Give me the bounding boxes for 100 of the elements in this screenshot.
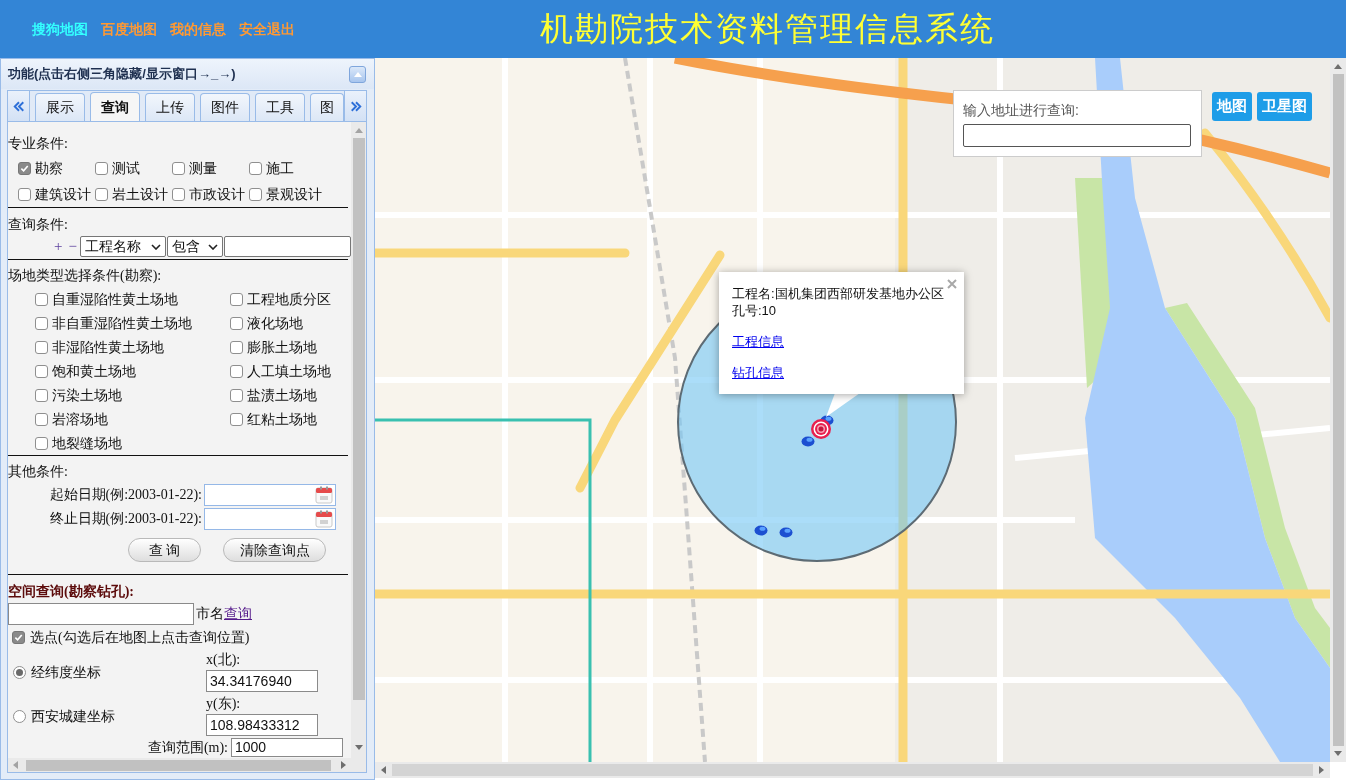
vertical-scrollbar[interactable] [351, 122, 366, 758]
checkbox[interactable] [35, 316, 48, 330]
checkbox[interactable] [230, 316, 243, 330]
double-chevron-right-icon [349, 100, 362, 112]
date-field[interactable] [204, 483, 336, 506]
map-pin-icon[interactable] [779, 527, 793, 538]
query-link[interactable]: 查询 [224, 603, 252, 624]
field-select[interactable]: 工程名称 [79, 236, 166, 257]
section-title: 空间查询(勘察钻孔): [8, 582, 135, 601]
checkbox[interactable] [35, 364, 48, 378]
checkbox[interactable] [95, 187, 108, 201]
radio-label: 西安城建坐标 [31, 707, 115, 726]
checkbox-label: 非自重湿陷性黄土场地 [52, 314, 192, 333]
date-label: 终止日期(例:2003-01-22): [48, 510, 203, 528]
checkbox-label: 非湿陷性黄土场地 [52, 338, 164, 357]
address-input[interactable] [963, 124, 1191, 147]
checkbox[interactable] [95, 161, 108, 175]
range-input[interactable]: 1000 [231, 738, 343, 757]
horizontal-scrollbar[interactable] [8, 758, 366, 772]
checkbox[interactable] [35, 436, 48, 450]
scroll-right-icon[interactable] [1319, 766, 1324, 774]
map-pin-icon[interactable] [754, 525, 768, 536]
vertical-scrollbar[interactable] [1330, 58, 1346, 762]
calendar-icon[interactable] [315, 509, 333, 528]
checkbox-label: 岩溶场地 [52, 410, 108, 429]
checkbox[interactable] [230, 388, 243, 402]
scrollbar-thumb[interactable] [1332, 74, 1344, 746]
panel-title: 功能(点击右侧三角隐藏/显示窗口→_→) [8, 65, 236, 84]
add-condition-button[interactable]: + [53, 235, 64, 258]
operator-select[interactable]: 包含 [166, 236, 223, 257]
checkbox[interactable] [230, 292, 243, 306]
date-field[interactable] [204, 507, 336, 530]
scroll-right-button[interactable] [344, 91, 366, 121]
radio-button[interactable] [13, 665, 26, 679]
section-label: 场地类型选择条件(勘察): [8, 266, 163, 285]
checkbox[interactable] [18, 161, 31, 175]
collapse-button[interactable] [349, 65, 366, 83]
checkbox[interactable] [35, 292, 48, 306]
section-label: 查询条件: [8, 215, 69, 234]
scroll-left-button[interactable] [8, 91, 30, 121]
horizontal-scrollbar[interactable] [375, 762, 1330, 778]
tab[interactable]: 查询 [90, 92, 140, 121]
scroll-down-icon[interactable] [1334, 751, 1342, 756]
checkbox[interactable] [249, 187, 262, 201]
tab[interactable]: 工具 [255, 93, 305, 121]
checkbox[interactable] [172, 161, 185, 175]
checkbox-label: 工程地质分区 [247, 290, 331, 309]
checkbox-label: 岩土设计 [112, 185, 168, 204]
triangle-up-icon [353, 71, 362, 77]
calendar-icon[interactable] [315, 485, 333, 504]
checkbox[interactable] [230, 412, 243, 426]
scrollbar-thumb[interactable] [352, 138, 365, 700]
scroll-left-icon[interactable] [13, 761, 18, 769]
checkbox[interactable] [12, 630, 25, 644]
checkbox-label: 选点(勾选后在地图上点击查询位置) [30, 628, 250, 647]
checkbox[interactable] [249, 161, 262, 175]
date-label: 起始日期(例:2003-01-22): [48, 486, 203, 504]
text-input[interactable] [223, 236, 351, 257]
city-label: 市名 [196, 605, 224, 623]
checkbox[interactable] [18, 187, 31, 201]
checkbox[interactable] [35, 340, 48, 354]
radio-button[interactable] [13, 709, 26, 723]
checkbox[interactable] [35, 388, 48, 402]
radio-label: 经纬度坐标 [31, 663, 101, 682]
checkbox-label: 施工 [266, 159, 294, 178]
checkbox[interactable] [230, 364, 243, 378]
checkbox-label: 地裂缝场地 [52, 434, 122, 453]
close-icon[interactable] [947, 279, 957, 289]
coordinate-input[interactable]: 34.34176940 [206, 670, 318, 692]
action-button[interactable]: 查 询 [128, 538, 201, 562]
checkbox[interactable] [35, 412, 48, 426]
map-pin-icon[interactable] [801, 436, 815, 447]
popup-link[interactable]: 钻孔信息 [732, 364, 784, 381]
tab[interactable]: 展示 [35, 93, 85, 121]
scrollbar-thumb[interactable] [26, 759, 331, 771]
action-button[interactable]: 清除查询点 [223, 538, 326, 562]
scroll-left-icon[interactable] [381, 766, 386, 774]
checkbox-label: 勘察 [35, 159, 63, 178]
scroll-up-icon[interactable] [1334, 64, 1342, 69]
popup-link[interactable]: 工程信息 [732, 333, 784, 350]
checkbox[interactable] [230, 340, 243, 354]
checkbox-label: 自重湿陷性黄土场地 [52, 290, 178, 309]
coordinate-label: y(东): [206, 694, 242, 713]
checkbox-label: 盐渍土场地 [247, 386, 317, 405]
tab[interactable]: 图件 [200, 93, 250, 121]
checkbox-label: 膨胀土场地 [247, 338, 317, 357]
city-input[interactable] [8, 602, 194, 625]
scroll-down-icon[interactable] [354, 745, 363, 750]
scroll-right-icon[interactable] [341, 761, 346, 769]
target-marker-icon[interactable] [810, 418, 832, 440]
chevron-down-icon [150, 243, 161, 250]
checkbox[interactable] [172, 187, 185, 201]
coordinate-input[interactable]: 108.98433312 [206, 714, 318, 736]
checkbox-label: 污染土场地 [52, 386, 122, 405]
tab[interactable]: 图 [310, 93, 344, 121]
checkbox-label: 市政设计 [189, 185, 245, 204]
remove-condition-button[interactable]: − [67, 235, 78, 258]
scroll-up-icon[interactable] [354, 128, 363, 133]
tab[interactable]: 上传 [145, 93, 195, 121]
search-label: 输入地址进行查询: [963, 101, 1080, 120]
